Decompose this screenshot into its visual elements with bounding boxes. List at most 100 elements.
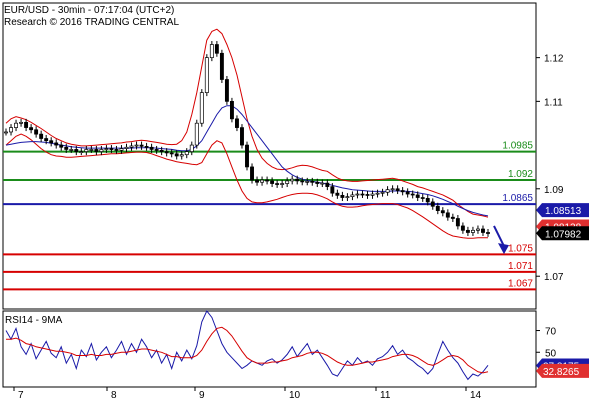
candle-body — [54, 142, 59, 146]
candle-body — [159, 149, 164, 152]
candle-body — [355, 193, 360, 196]
candle-body — [465, 229, 470, 233]
candle-body — [69, 149, 74, 151]
x-tick-label: 8 — [111, 390, 117, 400]
candle-body — [119, 148, 124, 151]
candle-body — [360, 193, 365, 196]
candle-body — [144, 146, 149, 148]
candle-body — [445, 212, 450, 218]
candle-body — [44, 138, 49, 142]
candle-body — [189, 144, 194, 152]
price-y-tick-label: 1.11 — [544, 97, 563, 108]
candle-body — [139, 144, 144, 147]
candle-body — [154, 149, 159, 151]
candle-body — [440, 210, 445, 214]
candle-body — [204, 57, 209, 93]
rsi-panel-title: RSI14 - 9MA — [5, 315, 63, 326]
candle-body — [39, 133, 44, 139]
candle-body — [270, 180, 275, 184]
rsi-y-tick-label: 50 — [545, 348, 557, 359]
level-label: 1.071 — [508, 261, 533, 272]
candle-body — [285, 180, 290, 184]
candle-body — [79, 151, 84, 153]
candle-body — [365, 194, 370, 196]
candle-body — [255, 179, 259, 183]
candle-body — [370, 193, 375, 196]
candle-body — [415, 194, 420, 198]
chart-header-copyright: Research © 2016 TRADING CENTRAL — [4, 17, 179, 28]
candle-body — [290, 178, 295, 182]
candle-body — [89, 149, 94, 151]
candle-body — [245, 144, 249, 168]
candle-body — [104, 148, 109, 150]
rsi-panel-frame — [2, 310, 537, 388]
candle-body — [64, 146, 69, 150]
price-y-tick-label: 1.07 — [544, 272, 564, 283]
x-tick-label: 11 — [380, 390, 391, 400]
candle-body — [350, 194, 355, 198]
candle-body — [410, 193, 415, 196]
candle-body — [265, 179, 270, 182]
x-tick-label: 7 — [18, 390, 24, 400]
candle-body — [300, 180, 305, 183]
chart-header-title: EUR/USD - 30min - 07:17:04 (UTC+2) — [4, 5, 174, 16]
candle-body — [420, 197, 425, 199]
candle-body — [260, 179, 265, 183]
candle-body — [174, 153, 179, 157]
candle-body — [340, 194, 345, 198]
level-label: 1.0865 — [502, 193, 533, 204]
candle-body — [481, 228, 485, 233]
candle-body — [24, 121, 29, 128]
candle-body — [390, 188, 395, 191]
candle-body — [4, 131, 8, 134]
candle-body — [129, 145, 134, 148]
candle-body — [149, 146, 154, 150]
candle-body — [114, 149, 119, 151]
candle-body — [400, 190, 405, 193]
candle-body — [19, 121, 24, 124]
level-label: 1.0985 — [502, 141, 533, 152]
candle-body — [59, 144, 64, 148]
candle-body — [315, 181, 320, 184]
candle-body — [94, 149, 99, 152]
x-tick-label: 14 — [470, 390, 482, 400]
price-y-tick-label: 1.12 — [544, 54, 564, 65]
rsi-y-tick-label: 70 — [545, 327, 557, 338]
candle-body — [476, 228, 480, 231]
candle-body — [29, 127, 34, 131]
candle-body — [250, 166, 254, 181]
candle-body — [380, 191, 385, 194]
level-label: 1.075 — [508, 243, 533, 254]
candle-body — [405, 191, 410, 195]
level-label: 1.067 — [508, 278, 533, 289]
x-tick-label: 10 — [289, 390, 301, 400]
candle-body — [214, 44, 219, 54]
candle-body — [450, 216, 455, 219]
candle-body — [275, 183, 280, 185]
candle-body — [99, 149, 104, 152]
candle-body — [49, 140, 54, 144]
forex-chart: 1.12 1.11 1.09 1.07 1.0985 1.092 1.0865 1.075 1.… — [0, 0, 590, 400]
candle-body — [134, 144, 139, 147]
candle-body — [219, 52, 224, 80]
candle-body — [224, 79, 229, 102]
candle-body — [184, 151, 189, 156]
candle-body — [74, 149, 79, 152]
x-tick-label: 9 — [199, 390, 205, 400]
candle-body — [235, 118, 239, 128]
candle-body — [425, 198, 430, 203]
candle-body — [209, 44, 214, 58]
candle-body — [34, 129, 39, 135]
candle-body — [470, 229, 475, 233]
candle-body — [330, 186, 335, 194]
candle-body — [179, 154, 184, 157]
candle-body — [295, 178, 300, 182]
candle-body — [199, 92, 204, 124]
candle-body — [430, 201, 435, 207]
candle-body — [194, 122, 199, 146]
candle-body — [280, 183, 285, 185]
candle-body — [124, 146, 129, 149]
level-label: 1.092 — [508, 169, 533, 180]
candle-body — [240, 127, 244, 146]
rsi-value-tag-label: 32.8265 — [543, 367, 580, 378]
